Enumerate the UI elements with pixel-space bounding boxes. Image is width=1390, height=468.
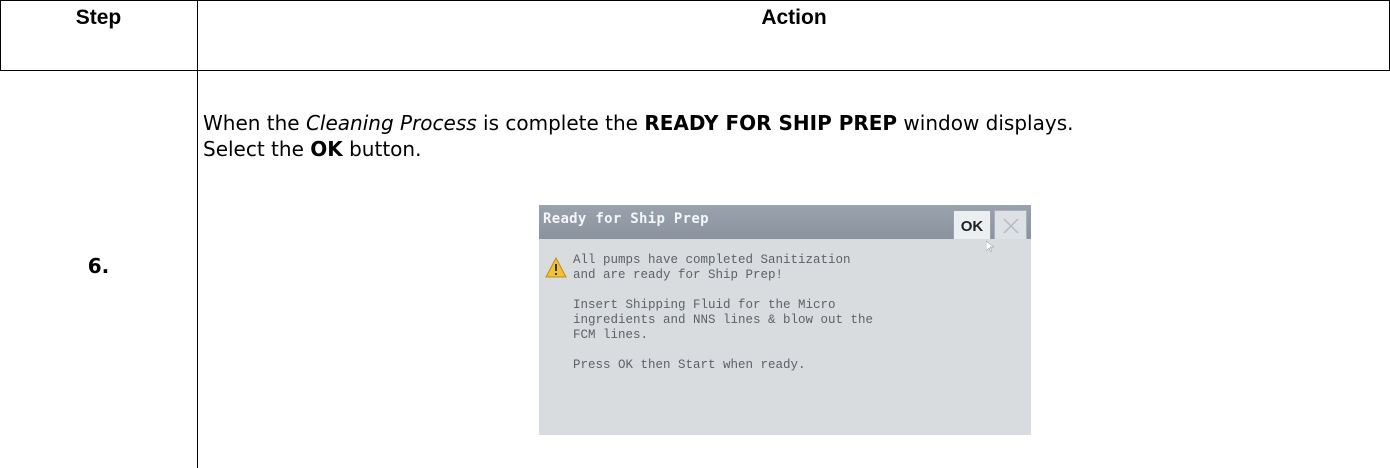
dialog-line (573, 283, 873, 298)
instruction-text-3: window displays. (897, 111, 1074, 135)
instruction-process-name: Cleaning Process (305, 111, 477, 135)
dialog-body: All pumps have completed Sanitization and… (539, 239, 1031, 435)
ok-button[interactable]: OK (953, 210, 991, 242)
instruction-ok-name: OK (310, 137, 343, 161)
instruction-text-4: Select the (203, 137, 311, 161)
dialog-line: Insert Shipping Fluid for the Micro (573, 298, 836, 312)
dialog-line: ingredients and NNS lines & blow out the (573, 313, 874, 327)
column-divider (197, 0, 198, 468)
instruction-text-5: button. (342, 137, 422, 161)
dialog-line: Press OK then Start when ready. (573, 358, 806, 372)
dialog-title: Ready for Ship Prep (543, 211, 709, 227)
mouse-cursor-icon (986, 241, 994, 253)
step-number: 6. (87, 254, 110, 278)
dialog-line: All pumps have completed Sanitization (573, 253, 851, 267)
header-action: Action (761, 6, 827, 29)
header-step: Step (75, 6, 122, 29)
instruction-window-name: READY FOR SHIP PREP (644, 111, 898, 135)
procedure-table: Step Action 6. When the Cleaning Process… (0, 0, 1390, 468)
instruction-text-1: When the (203, 111, 306, 135)
close-icon (1003, 218, 1019, 234)
dialog-line: FCM lines. (573, 328, 649, 342)
warning-icon (545, 257, 567, 278)
close-button[interactable] (994, 210, 1027, 242)
dialog-line: and are ready for Ship Prep! (573, 268, 784, 282)
instruction-text-2: is complete the (476, 111, 645, 135)
ready-for-ship-prep-dialog: Ready for Ship Prep OK All pumps have co… (539, 205, 1031, 435)
table-top-border (0, 0, 1390, 1)
dialog-line (573, 343, 873, 358)
header-bottom-border (0, 70, 1390, 71)
dialog-message: All pumps have completed Sanitization and… (573, 253, 873, 373)
step-instruction: When the Cleaning Process is complete th… (203, 110, 1383, 162)
